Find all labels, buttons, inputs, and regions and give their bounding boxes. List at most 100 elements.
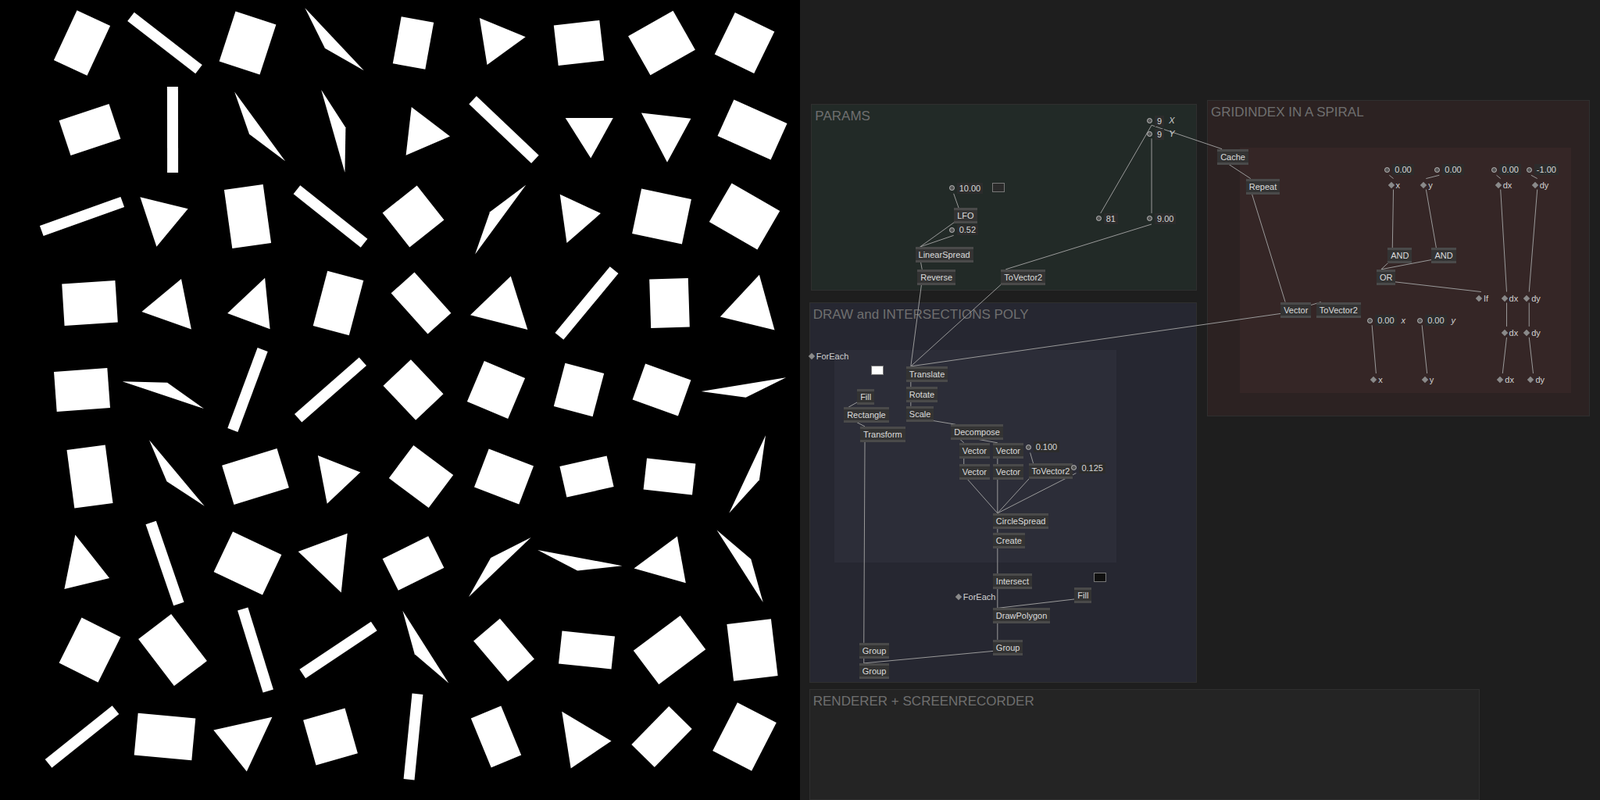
polygon-color[interactable]	[1093, 572, 1107, 583]
rendered-shapes	[0, 0, 800, 800]
patch-node[interactable]: OR	[1376, 269, 1397, 286]
pad-node[interactable]: dx	[1496, 178, 1513, 193]
value-node[interactable]: 10.00	[949, 182, 984, 194]
region-title: DRAW and INTERSECTIONS POLY	[810, 303, 1197, 325]
patch-node[interactable]: Reverse	[917, 269, 956, 286]
patch-node[interactable]: Fill	[857, 389, 875, 405]
patch-node[interactable]: Repeat	[1246, 178, 1280, 195]
patch-node[interactable]: Group	[859, 642, 890, 659]
value-node[interactable]: -1.00	[1526, 164, 1559, 175]
repeat-region[interactable]	[1239, 147, 1572, 393]
value-node[interactable]: 0.00x	[1367, 314, 1406, 328]
patch-node[interactable]: ToVector2	[1028, 463, 1074, 479]
patch-node[interactable]: Group	[859, 663, 890, 679]
patch-node[interactable]: AND	[1387, 247, 1412, 264]
pad-node[interactable]: dy	[1524, 292, 1541, 306]
pad-icon	[1523, 295, 1530, 302]
pad-icon	[1527, 376, 1534, 383]
patch-node[interactable]: Translate	[906, 366, 948, 383]
patch-node[interactable]: ToVector2	[1000, 269, 1046, 286]
patch-node[interactable]: Decompose	[950, 424, 1004, 440]
pad-node[interactable]: x	[1371, 373, 1383, 387]
pin-icon	[1146, 117, 1153, 124]
value-node[interactable]: 9Y	[1146, 127, 1175, 141]
pad-icon	[1500, 295, 1508, 302]
region[interactable]: PARAMS	[810, 103, 1197, 291]
pin-icon	[1146, 215, 1153, 222]
pad-icon	[1420, 182, 1427, 189]
pin-icon	[949, 227, 955, 233]
region-title: PARAMS	[811, 104, 1197, 127]
patch-node[interactable]: Fill	[1074, 587, 1092, 604]
pad-icon	[1523, 329, 1530, 336]
fill-color[interactable]	[871, 365, 884, 375]
pad-node[interactable]: dx	[1502, 292, 1519, 306]
pad-icon	[1496, 376, 1504, 383]
patch-node[interactable]: Vector	[992, 464, 1024, 480]
pad-icon	[1531, 182, 1538, 189]
pad-node[interactable]: y	[1422, 373, 1435, 387]
patch-node[interactable]: ToVector2	[1316, 302, 1361, 318]
pad-node[interactable]: y	[1421, 178, 1433, 193]
pad-icon	[1500, 329, 1508, 336]
pad-node[interactable]: If	[1476, 292, 1489, 306]
pin-icon	[1491, 167, 1497, 173]
render-output	[0, 0, 800, 800]
value-node[interactable]: 0.00	[1434, 164, 1464, 175]
region[interactable]: RENDERER + SCREENRECORDER	[809, 689, 1480, 800]
pad-node[interactable]: dy	[1532, 178, 1550, 193]
pad-node[interactable]: ForEach	[956, 590, 997, 604]
pin-icon	[1434, 167, 1440, 173]
patch-node[interactable]: Vector	[959, 464, 990, 480]
patch-node[interactable]: DrawPolygon	[992, 607, 1050, 624]
pin-icon	[949, 185, 955, 191]
pad-node[interactable]: dx	[1502, 326, 1519, 340]
lfo-toggle[interactable]	[992, 182, 1005, 193]
value-node[interactable]: 81	[1096, 213, 1118, 225]
value-node[interactable]: 0.00y	[1417, 314, 1456, 328]
patch-node[interactable]: Transform	[860, 426, 906, 443]
pad-icon	[1370, 376, 1377, 383]
pad-icon	[1387, 182, 1394, 189]
value-node[interactable]: 0.125	[1071, 462, 1106, 474]
pin-icon	[1367, 317, 1373, 324]
patch-node[interactable]: LFO	[953, 207, 977, 224]
pad-icon	[1475, 295, 1483, 302]
value-node[interactable]: 0.100	[1025, 441, 1061, 453]
pad-icon	[1421, 376, 1428, 383]
pad-node[interactable]: x	[1389, 178, 1401, 193]
patch-node[interactable]: Cache	[1217, 149, 1249, 165]
value-node[interactable]: 0.00	[1384, 164, 1414, 175]
pad-node[interactable]: dy	[1528, 373, 1545, 387]
patch-node[interactable]: LinearSpread	[915, 246, 974, 263]
value-node[interactable]: 0.00	[1491, 164, 1521, 175]
patch-node[interactable]: Vector	[992, 442, 1024, 459]
value-node[interactable]: 9X	[1146, 114, 1175, 128]
patch-node[interactable]: Create	[992, 532, 1025, 549]
pad-node[interactable]: dy	[1524, 326, 1541, 340]
pin-icon	[1526, 167, 1533, 173]
value-node[interactable]: 0.52	[949, 224, 979, 236]
patch-editor[interactable]: PARAMSGRIDINDEX IN A SPIRALDRAW and INTE…	[800, 0, 1600, 800]
pad-node[interactable]: ForEach	[809, 350, 850, 364]
patch-node[interactable]: Group	[992, 639, 1024, 656]
pad-icon	[808, 353, 815, 360]
patch-node[interactable]: Intersect	[992, 573, 1033, 590]
patch-node[interactable]: Rotate	[906, 386, 938, 403]
patch-node[interactable]: Vector	[1280, 302, 1311, 318]
pin-icon	[1025, 444, 1032, 450]
pin-icon	[1071, 464, 1077, 471]
pad-node[interactable]: dx	[1497, 373, 1515, 387]
value-node[interactable]: 9.00	[1146, 213, 1176, 225]
patch-node[interactable]: Vector	[959, 442, 990, 459]
pin-icon	[1417, 317, 1423, 324]
region-title: RENDERER + SCREENRECORDER	[810, 689, 1479, 712]
patch-node[interactable]: Scale	[906, 406, 935, 422]
pin-icon	[1384, 167, 1390, 173]
pin-icon	[1096, 215, 1102, 222]
patch-node[interactable]: CircleSpread	[992, 513, 1050, 529]
pin-icon	[1146, 131, 1153, 137]
patch-node[interactable]: Rectangle	[843, 407, 890, 423]
pad-icon	[1494, 182, 1501, 189]
patch-node[interactable]: AND	[1431, 247, 1456, 264]
